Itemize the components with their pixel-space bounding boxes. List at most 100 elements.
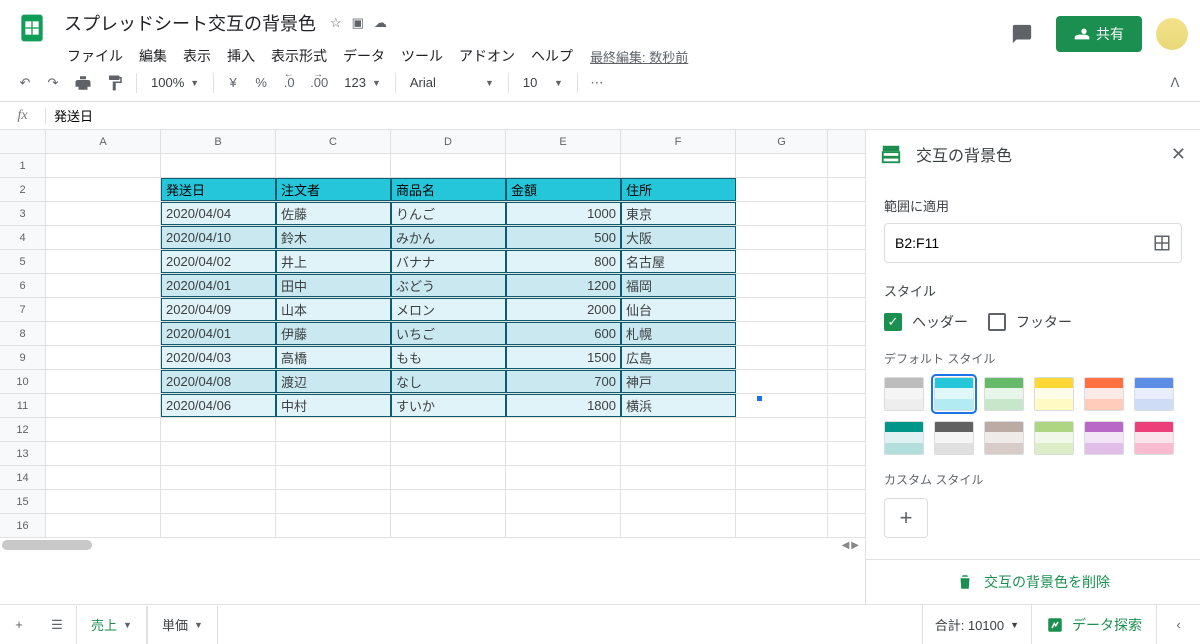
increase-decimal-button[interactable]: .00→	[304, 70, 334, 96]
cell[interactable]: 大阪	[621, 226, 736, 249]
row-header[interactable]: 15	[0, 490, 46, 513]
col-header-C[interactable]: C	[276, 130, 391, 153]
cell[interactable]: 600	[506, 322, 621, 345]
grid-select-icon[interactable]	[1153, 234, 1171, 252]
cell[interactable]: 2020/04/01	[161, 274, 276, 297]
number-format-select[interactable]: 123▼	[336, 70, 389, 96]
cell[interactable]	[161, 466, 276, 489]
cell[interactable]	[506, 442, 621, 465]
cell[interactable]	[46, 394, 161, 417]
cell[interactable]	[46, 250, 161, 273]
cell[interactable]	[46, 370, 161, 393]
cell[interactable]: 鈴木	[276, 226, 391, 249]
zoom-select[interactable]: 100%▼	[143, 70, 207, 96]
menu-data[interactable]: データ	[336, 42, 392, 70]
cell[interactable]	[391, 154, 506, 177]
cell[interactable]: バナナ	[391, 250, 506, 273]
redo-icon[interactable]: ↷	[40, 70, 66, 96]
status-sum[interactable]: 合計: 10100▼	[922, 605, 1031, 644]
cell[interactable]	[46, 298, 161, 321]
cloud-status-icon[interactable]: ☁	[374, 15, 387, 31]
cell[interactable]: すいか	[391, 394, 506, 417]
cell[interactable]	[391, 490, 506, 513]
cell[interactable]	[46, 202, 161, 225]
col-header-F[interactable]: F	[621, 130, 736, 153]
cell[interactable]: ぶどう	[391, 274, 506, 297]
cell[interactable]	[46, 514, 161, 537]
cell[interactable]: 2020/04/03	[161, 346, 276, 369]
footer-checkbox[interactable]: フッター	[988, 312, 1072, 332]
cell[interactable]	[46, 178, 161, 201]
style-swatch[interactable]	[984, 421, 1024, 455]
cell[interactable]: 中村	[276, 394, 391, 417]
cell[interactable]	[736, 274, 828, 297]
collapse-toolbar-icon[interactable]: ᐱ	[1162, 70, 1188, 96]
cell[interactable]	[621, 154, 736, 177]
cell[interactable]	[161, 490, 276, 513]
range-input-field[interactable]	[895, 235, 1153, 251]
menu-help[interactable]: ヘルプ	[524, 42, 580, 70]
style-swatch[interactable]	[1034, 377, 1074, 411]
cell[interactable]: 神戸	[621, 370, 736, 393]
cell[interactable]	[621, 442, 736, 465]
col-header-A[interactable]: A	[46, 130, 161, 153]
menu-file[interactable]: ファイル	[60, 42, 130, 70]
cell[interactable]	[736, 346, 828, 369]
cell[interactable]	[46, 442, 161, 465]
cell[interactable]: 2020/04/02	[161, 250, 276, 273]
cell[interactable]: 700	[506, 370, 621, 393]
cell[interactable]: 2020/04/10	[161, 226, 276, 249]
last-edit-link[interactable]: 最終編集: 数秒前	[590, 47, 688, 66]
selection-handle[interactable]	[756, 395, 763, 402]
row-header[interactable]: 4	[0, 226, 46, 249]
sheet-grid[interactable]: A B C D E F G 12発送日注文者商品名金額住所32020/04/04…	[0, 130, 865, 604]
share-button[interactable]: 共有	[1056, 16, 1142, 52]
style-swatch[interactable]	[1034, 421, 1074, 455]
cell[interactable]: 2000	[506, 298, 621, 321]
menu-view[interactable]: 表示	[176, 42, 218, 70]
currency-button[interactable]: ¥	[220, 70, 246, 96]
cell[interactable]	[736, 178, 828, 201]
cell[interactable]	[276, 154, 391, 177]
style-swatch[interactable]	[984, 377, 1024, 411]
range-input[interactable]	[884, 223, 1182, 263]
cell[interactable]: 住所	[621, 178, 736, 201]
cell[interactable]	[736, 514, 828, 537]
cell[interactable]	[46, 490, 161, 513]
cell[interactable]: いちご	[391, 322, 506, 345]
paint-format-icon[interactable]	[100, 70, 130, 96]
cell[interactable]	[46, 154, 161, 177]
cell[interactable]	[736, 250, 828, 273]
cell[interactable]	[736, 442, 828, 465]
menu-insert[interactable]: 挿入	[220, 42, 262, 70]
col-header-B[interactable]: B	[161, 130, 276, 153]
cell[interactable]: 金額	[506, 178, 621, 201]
row-header[interactable]: 3	[0, 202, 46, 225]
row-header[interactable]: 1	[0, 154, 46, 177]
cell[interactable]	[391, 442, 506, 465]
undo-icon[interactable]: ↶	[12, 70, 38, 96]
all-sheets-button[interactable]: ☰	[38, 606, 76, 644]
font-select[interactable]: Arial▼	[402, 70, 502, 96]
cell[interactable]	[621, 514, 736, 537]
sheet-tab-active[interactable]: 売上▼	[76, 606, 147, 644]
cell[interactable]: みかん	[391, 226, 506, 249]
cell[interactable]	[506, 514, 621, 537]
col-header-D[interactable]: D	[391, 130, 506, 153]
row-header[interactable]: 14	[0, 466, 46, 489]
row-header[interactable]: 12	[0, 418, 46, 441]
cell[interactable]	[736, 490, 828, 513]
cell[interactable]	[161, 514, 276, 537]
row-header[interactable]: 10	[0, 370, 46, 393]
row-header[interactable]: 7	[0, 298, 46, 321]
document-title[interactable]: スプレッドシート交互の背景色	[60, 8, 320, 38]
style-swatch[interactable]	[934, 421, 974, 455]
cell[interactable]: 2020/04/04	[161, 202, 276, 225]
row-header[interactable]: 11	[0, 394, 46, 417]
row-header[interactable]: 5	[0, 250, 46, 273]
style-swatch[interactable]	[884, 377, 924, 411]
cell[interactable]	[276, 442, 391, 465]
cell[interactable]	[736, 466, 828, 489]
style-swatch[interactable]	[1084, 421, 1124, 455]
cell[interactable]	[276, 514, 391, 537]
